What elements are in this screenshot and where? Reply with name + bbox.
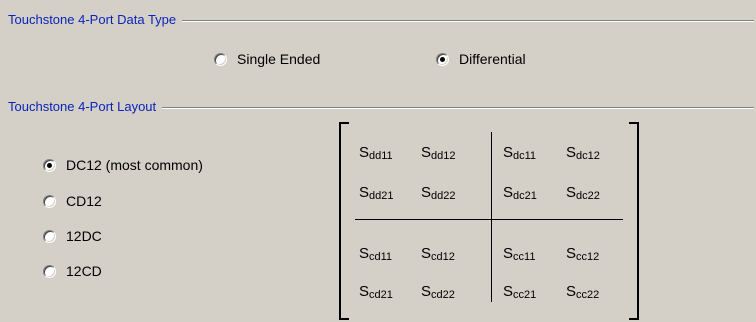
radio-differential[interactable]: Differential	[436, 51, 526, 67]
layout-group-title: Touchstone 4-Port Layout	[8, 99, 163, 114]
matrix-cell: Sdd22	[421, 184, 456, 202]
radio-cd12[interactable]: CD12	[43, 193, 102, 209]
radio-12dc-indicator[interactable]	[43, 229, 56, 243]
radio-differential-label: Differential	[459, 51, 526, 67]
radio-12dc-label: 12DC	[66, 228, 102, 244]
radio-dc12-label: DC12 (most common)	[66, 157, 203, 173]
matrix-left-bracket	[339, 122, 349, 320]
radio-single-ended-label: Single Ended	[237, 51, 321, 67]
matrix-cell: Scd11	[359, 245, 393, 263]
radio-cd12-indicator[interactable]	[43, 194, 56, 208]
matrix-cell: Sdd11	[359, 144, 393, 162]
radio-single-ended-indicator[interactable]	[214, 52, 227, 66]
s-parameter-matrix: Sdd11 Sdd12 Sdc11 Sdc12 Sdd21 Sdd22 Sdc2…	[339, 122, 639, 320]
matrix-cell: Scc21	[503, 283, 537, 301]
matrix-cell: Scc11	[503, 245, 536, 263]
matrix-cell: Sdd12	[421, 144, 456, 162]
matrix-horizontal-divider	[355, 219, 623, 220]
radio-cd12-label: CD12	[66, 193, 102, 209]
radio-12cd-indicator[interactable]	[43, 264, 56, 278]
matrix-cell: Sdc12	[566, 144, 600, 162]
matrix-cell: Scc22	[566, 283, 600, 301]
matrix-vertical-divider	[491, 132, 492, 302]
matrix-cell: Scc12	[566, 245, 600, 263]
radio-12cd[interactable]: 12CD	[43, 263, 102, 279]
matrix-cell: Sdc21	[503, 184, 537, 202]
matrix-cell: Scd21	[359, 283, 393, 301]
radio-12cd-label: 12CD	[66, 263, 102, 279]
matrix-cell: Sdc11	[503, 144, 537, 162]
radio-differential-indicator[interactable]	[436, 52, 449, 66]
matrix-cell: Sdd21	[359, 184, 394, 202]
radio-single-ended[interactable]: Single Ended	[214, 51, 320, 67]
matrix-cell: Scd22	[421, 283, 455, 301]
radio-dc12-indicator[interactable]	[43, 158, 56, 172]
radio-12dc[interactable]: 12DC	[43, 228, 102, 244]
data-type-group-title: Touchstone 4-Port Data Type	[8, 12, 183, 27]
matrix-right-bracket	[629, 122, 639, 320]
matrix-cell: Sdc22	[566, 184, 600, 202]
radio-dc12[interactable]: DC12 (most common)	[43, 157, 203, 173]
matrix-cell: Scd12	[421, 245, 455, 263]
